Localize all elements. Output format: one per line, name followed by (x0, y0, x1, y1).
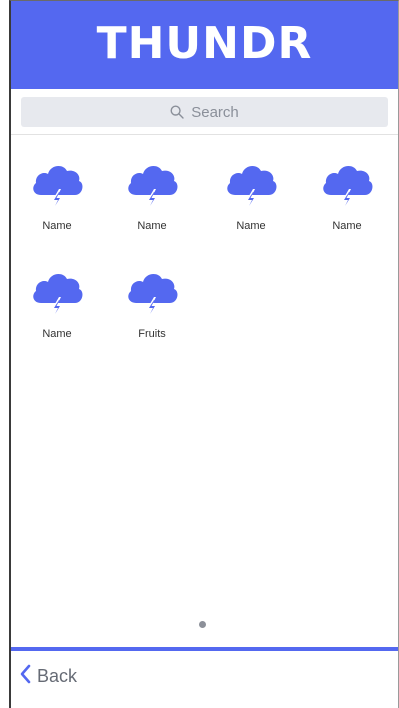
cloud-lightning-icon (106, 267, 198, 317)
cloud-lightning-icon (301, 159, 393, 209)
app-tile[interactable]: Fruits (106, 267, 198, 340)
search-placeholder: Search (191, 103, 239, 121)
app-label: Name (137, 220, 167, 232)
search-input[interactable]: Search (21, 97, 388, 127)
cloud-lightning-icon (11, 267, 103, 317)
app-label: Fruits (138, 328, 166, 340)
search-area: Search (11, 89, 398, 135)
page-indicator-dot[interactable] (199, 621, 206, 628)
app-header: THUNDR (11, 1, 398, 89)
app-tile[interactable]: Name (301, 159, 393, 232)
footer-divider (11, 647, 398, 651)
phone-frame: THUNDR Search Name Name Name Name Name F… (9, 0, 399, 708)
app-tile[interactable]: Name (205, 159, 297, 232)
app-tile[interactable]: Name (11, 159, 103, 232)
back-button[interactable]: Back (19, 661, 77, 691)
app-label: Name (42, 220, 72, 232)
cloud-lightning-icon (205, 159, 297, 209)
app-tile[interactable]: Name (106, 159, 198, 232)
app-title: THUNDR (96, 17, 313, 69)
search-icon (170, 105, 184, 119)
app-label: Name (42, 328, 72, 340)
cloud-lightning-icon (106, 159, 198, 209)
chevron-left-icon (19, 664, 37, 689)
cloud-lightning-icon (11, 159, 103, 209)
app-tile[interactable]: Name (11, 267, 103, 340)
back-label: Back (37, 665, 78, 686)
app-label: Name (332, 220, 362, 232)
app-label: Name (236, 220, 266, 232)
